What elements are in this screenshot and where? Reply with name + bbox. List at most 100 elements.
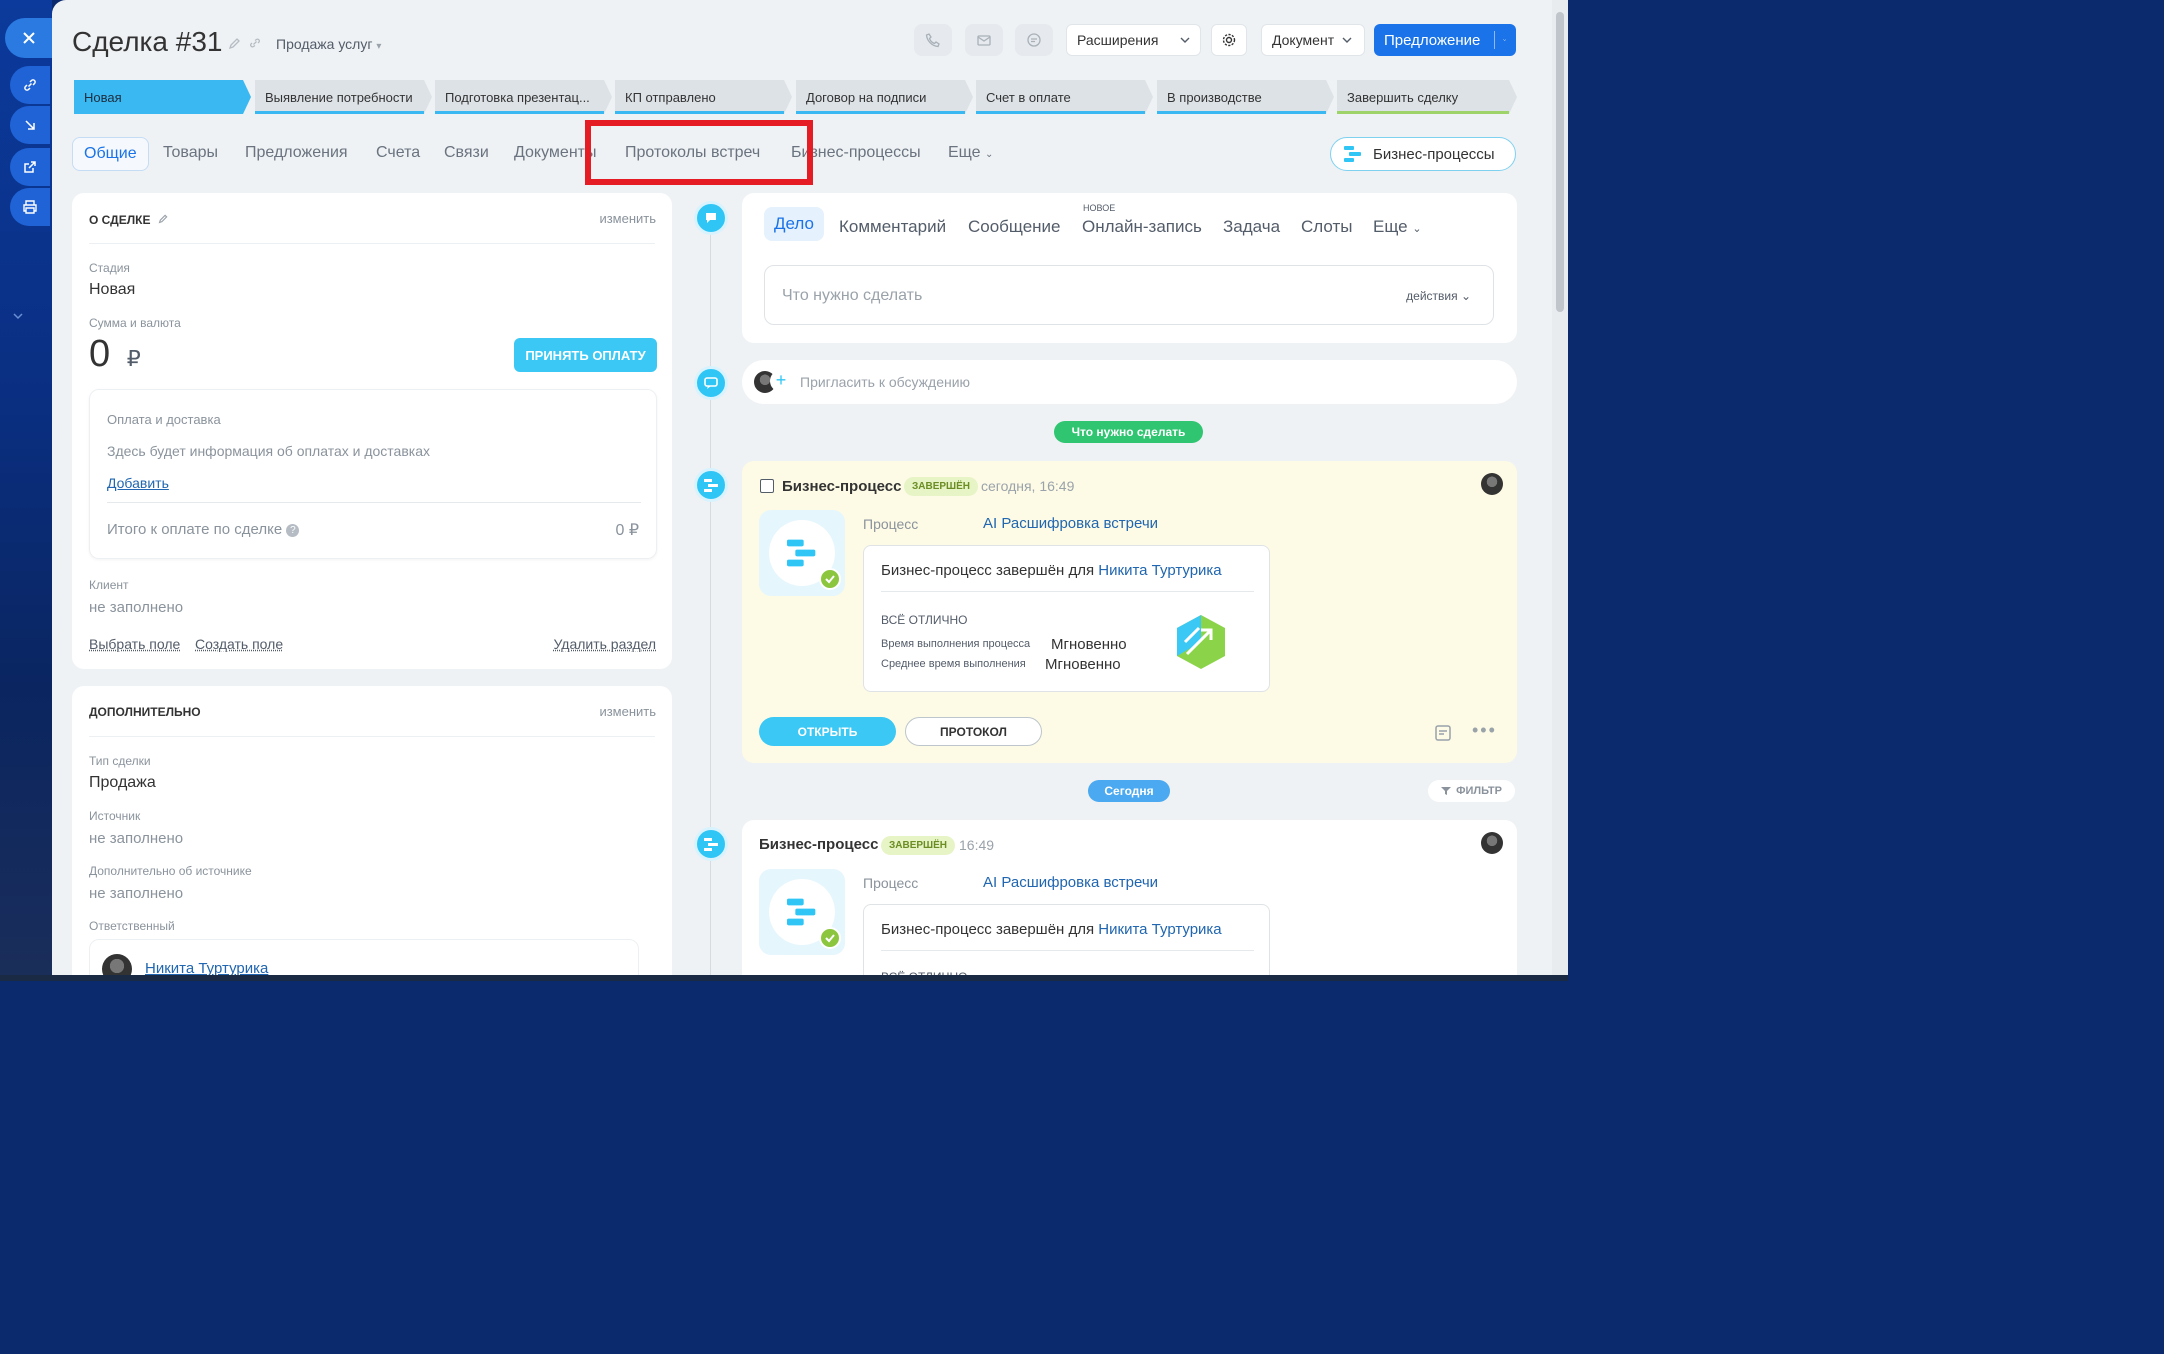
- scrollbar[interactable]: [1552, 0, 1568, 981]
- todo-input[interactable]: Что нужно сделать действия ⌄: [764, 265, 1494, 325]
- bottom-bar: [0, 975, 1568, 981]
- chevron-down-icon: [1180, 37, 1190, 43]
- pencil-icon[interactable]: [228, 36, 242, 50]
- user-link[interactable]: Никита Туртурика: [1098, 562, 1221, 579]
- link-icon[interactable]: [248, 36, 262, 50]
- bp-card: Бизнес-процесс ЗАВЕРШЁН сегодня, 16:49 П…: [742, 461, 1517, 763]
- delete-section-link[interactable]: Удалить раздел: [553, 636, 656, 652]
- stage-needs[interactable]: Выявление потребности: [255, 80, 432, 114]
- stage-presentation[interactable]: Подготовка презентац...: [435, 80, 612, 114]
- activity-tab-message[interactable]: Сообщение: [968, 217, 1061, 237]
- activity-tab-more[interactable]: Еще ⌄: [1373, 217, 1422, 237]
- stage-contract[interactable]: Договор на подписи: [796, 80, 973, 114]
- process-name-link[interactable]: AI Расшифровка встречи: [983, 515, 1158, 532]
- user-link[interactable]: Никита Туртурика: [1098, 921, 1221, 938]
- open-new-window-button[interactable]: [10, 148, 50, 186]
- client-value: не заполнено: [89, 599, 184, 616]
- process-name-link[interactable]: AI Расшифровка встречи: [983, 874, 1158, 891]
- activity-tab-online-booking[interactable]: Онлайн-запись: [1082, 217, 1202, 237]
- total-value: 0 ₽: [615, 522, 639, 539]
- deal-slider-panel: Сделка #31 Продажа услуг ▾ Расширения До…: [52, 0, 1552, 981]
- new-badge: НОВОЕ: [1083, 203, 1116, 213]
- bp-title: Бизнес-процесс: [759, 836, 879, 853]
- activity-tab-comment[interactable]: Комментарий: [839, 217, 946, 237]
- edit-link[interactable]: изменить: [599, 211, 656, 226]
- choose-field-link[interactable]: Выбрать поле: [89, 636, 180, 652]
- open-button[interactable]: ОТКРЫТЬ: [759, 717, 896, 746]
- responsible-label: Ответственный: [89, 919, 175, 933]
- phone-icon: [925, 33, 940, 48]
- deal-category[interactable]: Продажа услуг ▾: [276, 36, 381, 52]
- stage-invoice[interactable]: Счет в оплате: [976, 80, 1153, 114]
- caret-down-icon: ▾: [376, 41, 382, 52]
- avg-time-value: Мгновенно: [1045, 656, 1121, 673]
- bp-done-text: Бизнес-процесс завершён для Никита Турту…: [881, 921, 1222, 938]
- tab-proposals[interactable]: Предложения: [245, 144, 348, 162]
- filter-button[interactable]: ФИЛЬТР: [1428, 780, 1515, 802]
- stage-proposal-sent[interactable]: КП отправлено: [615, 80, 792, 114]
- stage-production[interactable]: В производстве: [1157, 80, 1334, 114]
- todo-pill: Что нужно сделать: [1054, 421, 1203, 443]
- chat-button[interactable]: [1015, 24, 1053, 56]
- external-link-icon: [24, 161, 36, 173]
- business-processes-button[interactable]: Бизнес-процессы: [1330, 137, 1516, 171]
- stage-finish[interactable]: Завершить сделку: [1337, 80, 1517, 114]
- document-dropdown[interactable]: Документ: [1261, 24, 1365, 56]
- stage-value: Новая: [89, 281, 136, 298]
- timeline-icon: [694, 827, 728, 861]
- stage-label: Стадия: [89, 261, 130, 275]
- todo-placeholder: Что нужно сделать: [782, 287, 923, 304]
- create-field-link[interactable]: Создать поле: [195, 636, 283, 652]
- settings-button[interactable]: [1211, 24, 1247, 56]
- chevron-down-icon: ⌄: [1412, 223, 1422, 235]
- close-slider-button[interactable]: [5, 18, 53, 58]
- arrow-down-right-icon: [25, 120, 35, 130]
- payment-box: Оплата и доставка Здесь будет информация…: [89, 389, 657, 559]
- email-button[interactable]: [965, 24, 1003, 56]
- result-text: ВСЁ ОТЛИЧНО: [881, 613, 968, 627]
- proposal-button[interactable]: Предложение: [1374, 24, 1516, 56]
- exec-time-label: Время выполнения процесса: [881, 638, 1031, 650]
- chevron-down-icon: ⌄: [1460, 289, 1471, 303]
- help-icon[interactable]: ?: [286, 523, 300, 537]
- note-icon[interactable]: [1434, 724, 1452, 742]
- tab-relations[interactable]: Связи: [444, 144, 489, 162]
- complete-checkbox[interactable]: [760, 479, 774, 493]
- business-process-icon: [787, 898, 816, 926]
- call-button[interactable]: [914, 24, 952, 56]
- extensions-dropdown[interactable]: Расширения: [1066, 24, 1201, 56]
- source-label: Источник: [89, 809, 141, 823]
- protocol-button[interactable]: ПРОТОКОЛ: [905, 717, 1042, 746]
- payment-title: Оплата и доставка: [107, 412, 221, 427]
- gear-icon: [1222, 33, 1236, 47]
- actions-dropdown[interactable]: действия ⌄: [1406, 289, 1471, 303]
- add-payment-link[interactable]: Добавить: [107, 475, 169, 491]
- avatar: [1481, 473, 1503, 495]
- print-button[interactable]: [10, 188, 50, 226]
- comment-icon: [706, 213, 716, 223]
- activity-tab-slots[interactable]: Слоты: [1301, 217, 1352, 237]
- edit-link[interactable]: изменить: [599, 704, 656, 719]
- scrollbar-thumb[interactable]: [1556, 12, 1564, 312]
- bp-thumbnail: [759, 869, 845, 955]
- invite-bar[interactable]: + Пригласить к обсуждению: [742, 360, 1517, 404]
- avatar: [1481, 832, 1503, 854]
- tab-more[interactable]: Еще ⌄: [948, 144, 993, 162]
- tab-general[interactable]: Общие: [72, 137, 149, 171]
- more-icon[interactable]: •••: [1472, 720, 1497, 741]
- tab-products[interactable]: Товары: [163, 144, 218, 162]
- add-participant-icon[interactable]: +: [770, 370, 792, 392]
- source-value: не заполнено: [89, 830, 184, 847]
- section-title: О СДЕЛКЕ: [89, 213, 169, 227]
- bp-time: сегодня, 16:49: [981, 478, 1075, 494]
- chevron-down-icon[interactable]: [1502, 35, 1506, 45]
- copy-link-button[interactable]: [10, 66, 50, 104]
- accept-payment-button[interactable]: ПРИНЯТЬ ОПЛАТУ: [514, 338, 657, 372]
- additional-card: ДОПОЛНИТЕЛЬНО изменить Тип сделки Продаж…: [72, 686, 672, 981]
- tab-invoices[interactable]: Счета: [376, 144, 420, 162]
- stage-new[interactable]: Новая: [74, 80, 251, 114]
- pencil-icon[interactable]: [158, 213, 169, 224]
- minimize-button[interactable]: [10, 106, 50, 144]
- activity-tab-deal[interactable]: Дело: [764, 207, 824, 241]
- activity-tab-task[interactable]: Задача: [1223, 217, 1280, 237]
